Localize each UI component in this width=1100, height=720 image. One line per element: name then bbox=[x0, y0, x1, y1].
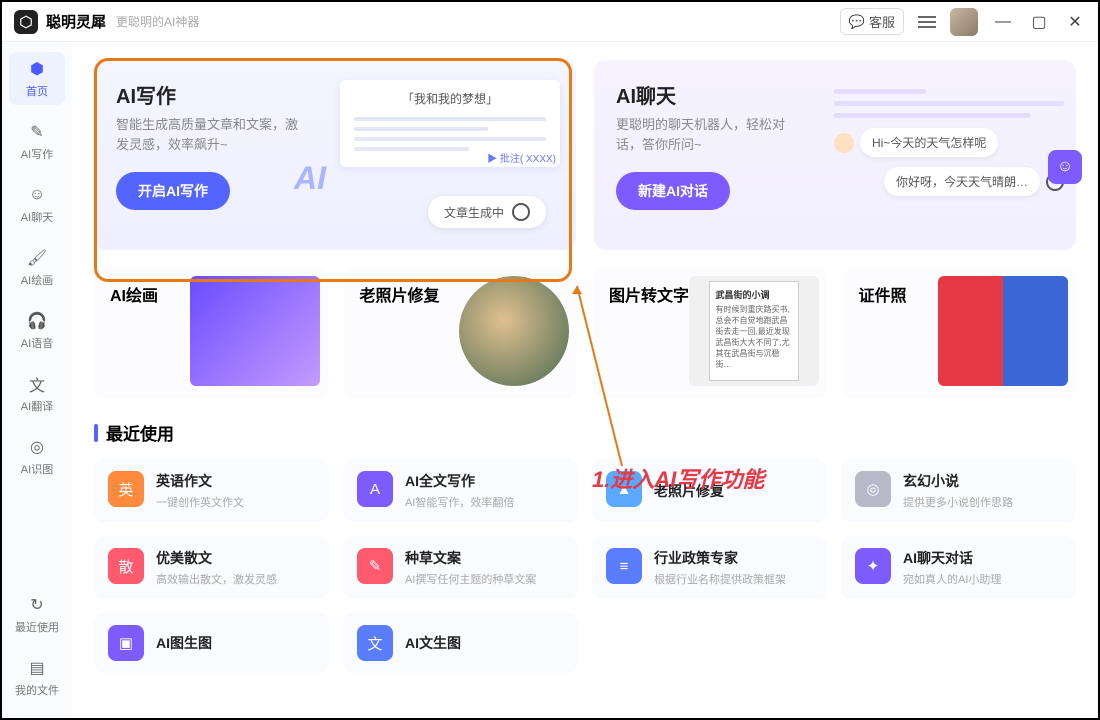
translate-icon: 文 bbox=[26, 373, 48, 395]
recent-icon: ▣ bbox=[108, 625, 144, 661]
tutorial-callout: 1.进入AI写作功能 bbox=[592, 462, 764, 494]
main-content: AI写作 智能生成高质量文章和文案，激发灵感，效率飙升~ 开启AI写作 AI 「… bbox=[72, 42, 1098, 718]
paint-thumb bbox=[190, 276, 320, 386]
mock-chat: Hi~今天的天气怎样呢 你好呀，今天天气晴朗… bbox=[834, 82, 1064, 196]
headphone-icon: 🎧 bbox=[26, 310, 48, 332]
ai-badge-icon: AI bbox=[294, 160, 326, 197]
recent-item[interactable]: ▣AI图生图 bbox=[94, 613, 329, 673]
recent-item[interactable]: 英英语作文一键创作英文作文 bbox=[94, 459, 329, 522]
hero-ai-writing[interactable]: AI写作 智能生成高质量文章和文案，激发灵感，效率飙升~ 开启AI写作 AI 「… bbox=[94, 60, 576, 250]
generating-status: 文章生成中 bbox=[428, 196, 546, 228]
recent-icon: ✎ bbox=[357, 548, 393, 584]
sidebar-item-files[interactable]: ▤我的文件 bbox=[9, 651, 65, 704]
sidebar-item-writing[interactable]: ✎AI写作 bbox=[9, 115, 65, 168]
logo-chip-icon bbox=[512, 203, 530, 221]
photo-thumb bbox=[459, 276, 569, 386]
ocr-thumb: 武昌街的小调有时候到重庆路买书,总会不自觉地跑武昌街去走一回,最近发现武昌街大大… bbox=[689, 276, 819, 386]
sidebar-item-paint[interactable]: 🖌AI绘画 bbox=[9, 241, 65, 294]
feather-icon: ✎ bbox=[26, 121, 48, 143]
hero-desc: 更聪明的聊天机器人，轻松对话，答你所问~ bbox=[616, 115, 806, 154]
recent-icon: A bbox=[357, 471, 393, 507]
recent-icon: 英 bbox=[108, 471, 144, 507]
menu-icon[interactable] bbox=[918, 16, 936, 28]
sidebar-item-ocr[interactable]: ◎AI识图 bbox=[9, 430, 65, 483]
app-tagline: 更聪明的AI神器 bbox=[116, 13, 199, 30]
smile-icon: ☺ bbox=[26, 184, 48, 206]
feature-id-photo[interactable]: 证件照 bbox=[843, 268, 1077, 398]
recent-item[interactable]: AAI全文写作AI智能写作，效率翻倍 bbox=[343, 459, 578, 522]
sidebar-item-translate[interactable]: 文AI翻译 bbox=[9, 367, 65, 420]
app-name: 聪明灵犀 bbox=[46, 11, 106, 32]
recent-icon: 文 bbox=[357, 625, 393, 661]
sidebar-item-home[interactable]: ⬢首页 bbox=[9, 52, 65, 105]
hero-desc: 智能生成高质量文章和文案，激发灵感，效率飙升~ bbox=[116, 115, 306, 154]
minimize-button[interactable]: — bbox=[992, 13, 1014, 31]
chat-bubble-icon: 💬 bbox=[849, 14, 865, 30]
file-icon: ▤ bbox=[26, 657, 48, 679]
recent-icon: ✦ bbox=[855, 548, 891, 584]
title-bar: 聪明灵犀 更聪明的AI神器 💬 客服 — ▢ ✕ bbox=[2, 2, 1098, 42]
recent-icon: 散 bbox=[108, 548, 144, 584]
new-ai-chat-button[interactable]: 新建AI对话 bbox=[616, 172, 730, 210]
sidebar-item-recent[interactable]: ↻最近使用 bbox=[9, 588, 65, 641]
maximize-button[interactable]: ▢ bbox=[1028, 12, 1050, 32]
recent-heading: 最近使用 bbox=[94, 420, 1076, 445]
close-button[interactable]: ✕ bbox=[1064, 12, 1086, 32]
home-icon: ⬢ bbox=[26, 58, 48, 80]
sidebar-item-voice[interactable]: 🎧AI语音 bbox=[9, 304, 65, 357]
recent-item[interactable]: 散优美散文高效输出散文，激发灵感 bbox=[94, 536, 329, 599]
history-icon: ↻ bbox=[26, 594, 48, 616]
feature-ai-paint[interactable]: AI绘画 bbox=[94, 268, 328, 398]
recent-item[interactable]: ◎玄幻小说提供更多小说创作思路 bbox=[841, 459, 1076, 522]
sidebar: ⬢首页 ✎AI写作 ☺AI聊天 🖌AI绘画 🎧AI语音 文AI翻译 ◎AI识图 … bbox=[2, 42, 72, 718]
recent-item[interactable]: ≡行业政策专家根据行业名称提供政策框架 bbox=[592, 536, 827, 599]
recent-item[interactable]: ✎种草文案AI撰写任何主题的种草文案 bbox=[343, 536, 578, 599]
recent-icon: ◎ bbox=[855, 471, 891, 507]
scan-icon: ◎ bbox=[26, 436, 48, 458]
chat-fab-icon[interactable]: ☺ bbox=[1048, 150, 1082, 184]
bot-avatar-icon bbox=[834, 133, 854, 153]
id-thumb bbox=[938, 276, 1068, 386]
app-logo-icon bbox=[14, 10, 38, 34]
mock-annotation: ▶ 批注( XXXX) bbox=[487, 150, 556, 165]
recent-icon: ≡ bbox=[606, 548, 642, 584]
start-ai-writing-button[interactable]: 开启AI写作 bbox=[116, 172, 230, 210]
feature-photo-restore[interactable]: 老照片修复 bbox=[344, 268, 578, 398]
feature-ocr[interactable]: 图片转文字武昌街的小调有时候到重庆路买书,总会不自觉地跑武昌街去走一回,最近发现… bbox=[593, 268, 827, 398]
sidebar-item-chat[interactable]: ☺AI聊天 bbox=[9, 178, 65, 231]
recent-item[interactable]: ✦AI聊天对话宛如真人的AI小助理 bbox=[841, 536, 1076, 599]
support-button[interactable]: 💬 客服 bbox=[840, 8, 904, 35]
brush-icon: 🖌 bbox=[26, 247, 48, 269]
recent-item[interactable]: 文AI文生图 bbox=[343, 613, 578, 673]
user-avatar[interactable] bbox=[950, 8, 978, 36]
hero-ai-chat[interactable]: AI聊天 更聪明的聊天机器人，轻松对话，答你所问~ 新建AI对话 Hi~今天的天… bbox=[594, 60, 1076, 250]
